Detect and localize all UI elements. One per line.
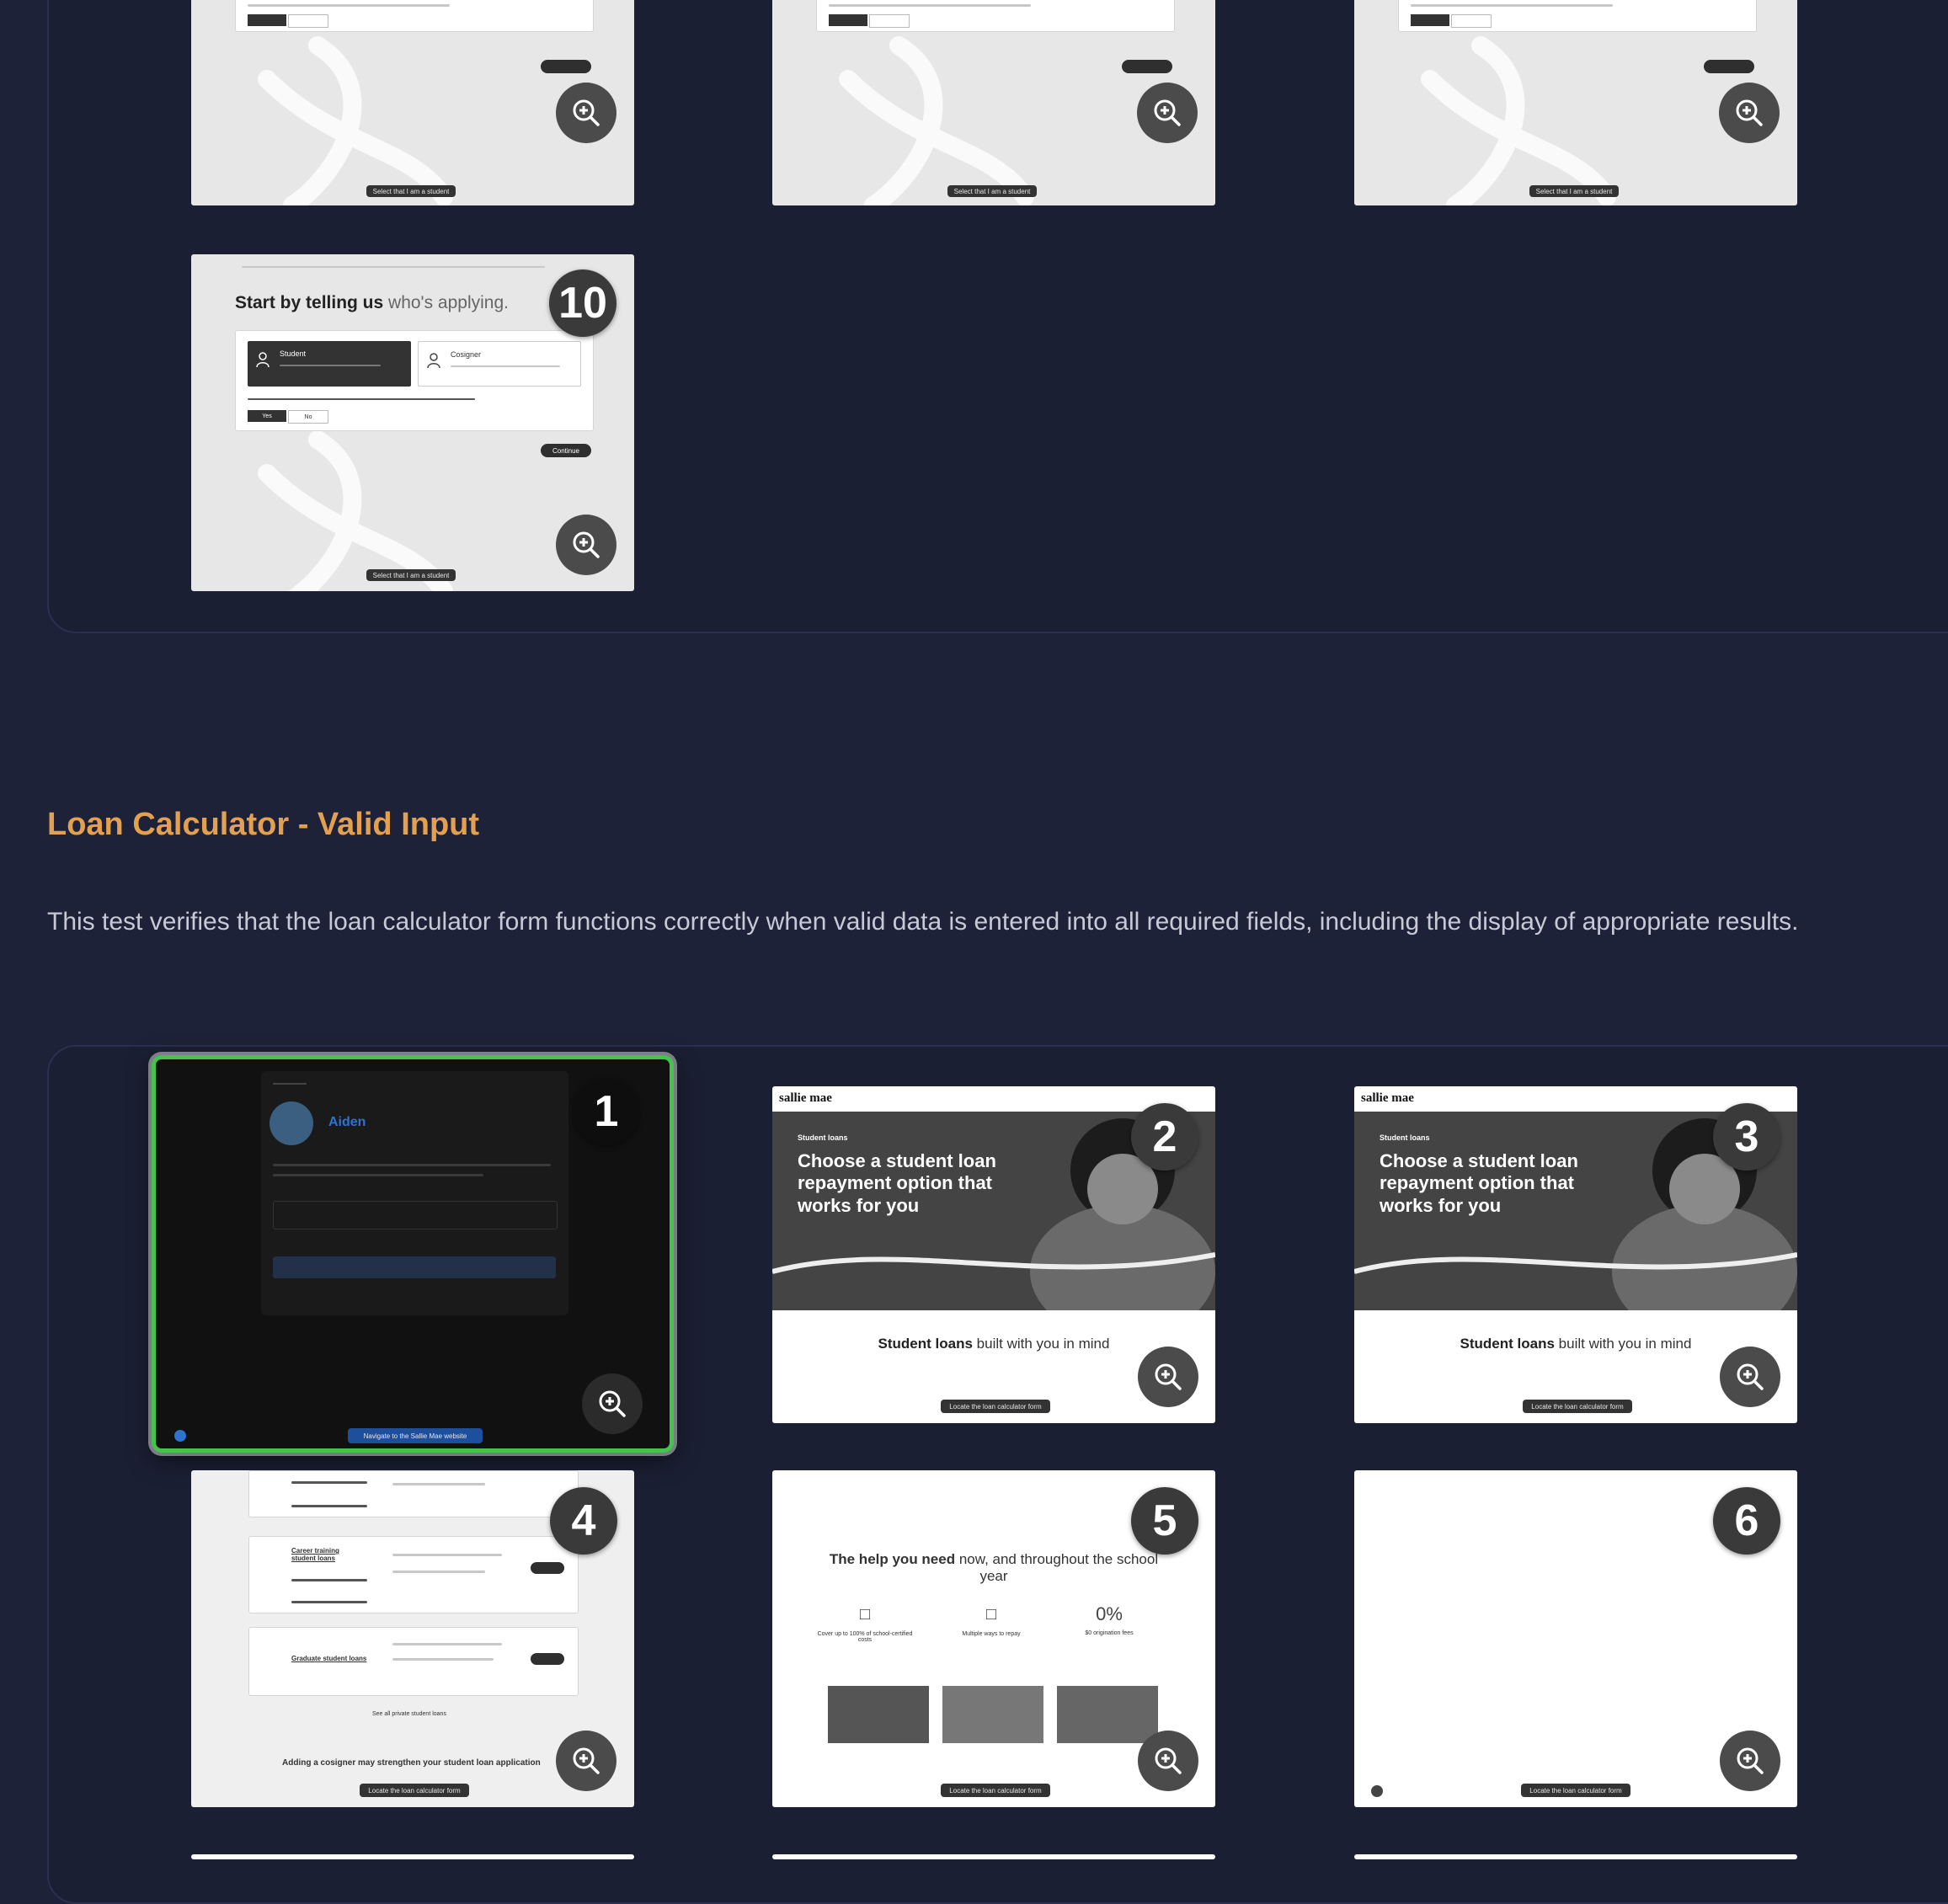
zoom-in-icon <box>1736 99 1763 126</box>
footer-label: Select that I am a student <box>947 185 1037 197</box>
footer-label: Locate the loan calculator form <box>941 1400 1050 1413</box>
step-badge: 2 <box>1131 1103 1198 1171</box>
student-option: Student <box>248 341 411 387</box>
zoom-button[interactable] <box>1138 1731 1198 1791</box>
footer-label: Select that I am a student <box>1529 185 1619 197</box>
zoom-in-icon <box>1737 1363 1764 1390</box>
brand-logo: sallie mae <box>779 1091 832 1105</box>
photo <box>828 1686 929 1743</box>
footer-label: Navigate to the Sallie Mae website <box>348 1428 483 1443</box>
screenshot-tile-8[interactable]: Select that I am a student <box>772 0 1215 205</box>
screenshot-tile-6[interactable]: 6 Locate the loan calculator form <box>1354 1470 1797 1807</box>
form-card <box>235 0 594 32</box>
footer-label: Locate the loan calculator form <box>1523 1400 1632 1413</box>
zoom-button[interactable] <box>1137 83 1198 143</box>
continue-button <box>541 60 591 73</box>
form-card <box>1398 0 1757 32</box>
footer-label: Select that I am a student <box>366 569 456 581</box>
screenshot-tile-9[interactable]: Select that I am a student <box>1354 0 1797 205</box>
step-badge: 4 <box>550 1487 617 1555</box>
screenshot-tile-7-next[interactable] <box>191 1854 634 1859</box>
zoom-in-icon <box>573 1747 600 1774</box>
zoom-button[interactable] <box>1720 1731 1780 1791</box>
zoom-button[interactable] <box>1719 83 1780 143</box>
cosigner-option: Cosigner <box>418 341 581 387</box>
section-description: This test verifies that the loan calcula… <box>47 908 1799 936</box>
continue-button <box>1704 60 1754 73</box>
url-field <box>273 1201 558 1229</box>
screenshot-tile-4[interactable]: Career training student loans Graduate s… <box>191 1470 634 1807</box>
section-subtitle: Student loans built with you in mind <box>1460 1336 1692 1352</box>
zoom-in-icon <box>573 531 600 558</box>
step-badge: 3 <box>1713 1103 1780 1171</box>
footer-label: Locate the loan calculator form <box>360 1784 469 1797</box>
screenshot-tile-9-next[interactable] <box>1354 1854 1797 1859</box>
continue-button <box>1122 60 1172 73</box>
hero-title: Choose a student loan repayment option t… <box>1380 1150 1578 1216</box>
agent-name: Aiden <box>328 1115 366 1129</box>
zoom-in-icon <box>573 99 600 126</box>
zoom-in-icon <box>1154 99 1181 126</box>
screenshot-tile-7[interactable]: Select that I am a student <box>191 0 634 205</box>
screenshot-tile-5[interactable]: The help you need now, and throughout th… <box>772 1470 1215 1807</box>
zoom-button[interactable] <box>1138 1347 1198 1407</box>
hero-title: Choose a student loan repayment option t… <box>798 1150 996 1216</box>
zoom-in-icon <box>1155 1363 1182 1390</box>
user-icon <box>256 352 270 368</box>
footer-label: Locate the loan calculator form <box>1521 1784 1630 1797</box>
step-badge: 6 <box>1713 1487 1780 1555</box>
continue-button: Continue <box>541 444 591 457</box>
zoom-in-icon <box>1737 1747 1764 1774</box>
footer-label: Select that I am a student <box>366 185 456 197</box>
form-card <box>816 0 1175 32</box>
screenshot-tile-2[interactable]: sallie mae Student loans Choose a studen… <box>772 1086 1215 1423</box>
screenshot-tile-3[interactable]: sallie mae Student loans Choose a studen… <box>1354 1086 1797 1423</box>
agent-panel: Aiden <box>261 1071 568 1315</box>
brand-logo: sallie mae <box>1361 1091 1414 1105</box>
step-badge: 5 <box>1131 1487 1198 1555</box>
status-row <box>273 1256 556 1278</box>
footer-label: Locate the loan calculator form <box>941 1784 1050 1797</box>
section-subtitle: Student loans built with you in mind <box>878 1336 1110 1352</box>
form-card: Student Cosigner Yes No <box>235 330 594 431</box>
step-badge: 10 <box>549 269 616 337</box>
zoom-button[interactable] <box>556 1731 616 1791</box>
avatar <box>270 1101 313 1145</box>
zoom-button[interactable] <box>556 515 616 575</box>
page-heading: Start by telling us who's applying. <box>235 293 509 312</box>
section-title: Loan Calculator - Valid Input <box>47 807 480 842</box>
user-icon <box>427 353 440 369</box>
zoom-button[interactable] <box>582 1373 643 1434</box>
zoom-button[interactable] <box>1720 1347 1780 1407</box>
zoom-button[interactable] <box>556 83 616 143</box>
section-heading: The help you need now, and throughout th… <box>829 1551 1159 1585</box>
screenshot-tile-1[interactable]: Aiden 1 Navigate to the Sallie Mae websi… <box>152 1055 674 1453</box>
zoom-in-icon <box>1155 1747 1182 1774</box>
photo <box>1057 1686 1158 1743</box>
step-badge: 1 <box>573 1078 640 1145</box>
screenshot-tile-10[interactable]: Start by telling us who's applying. Stud… <box>191 254 634 591</box>
screenshot-tile-8-next[interactable] <box>772 1854 1215 1859</box>
photo <box>942 1686 1043 1743</box>
zoom-in-icon <box>599 1390 626 1417</box>
